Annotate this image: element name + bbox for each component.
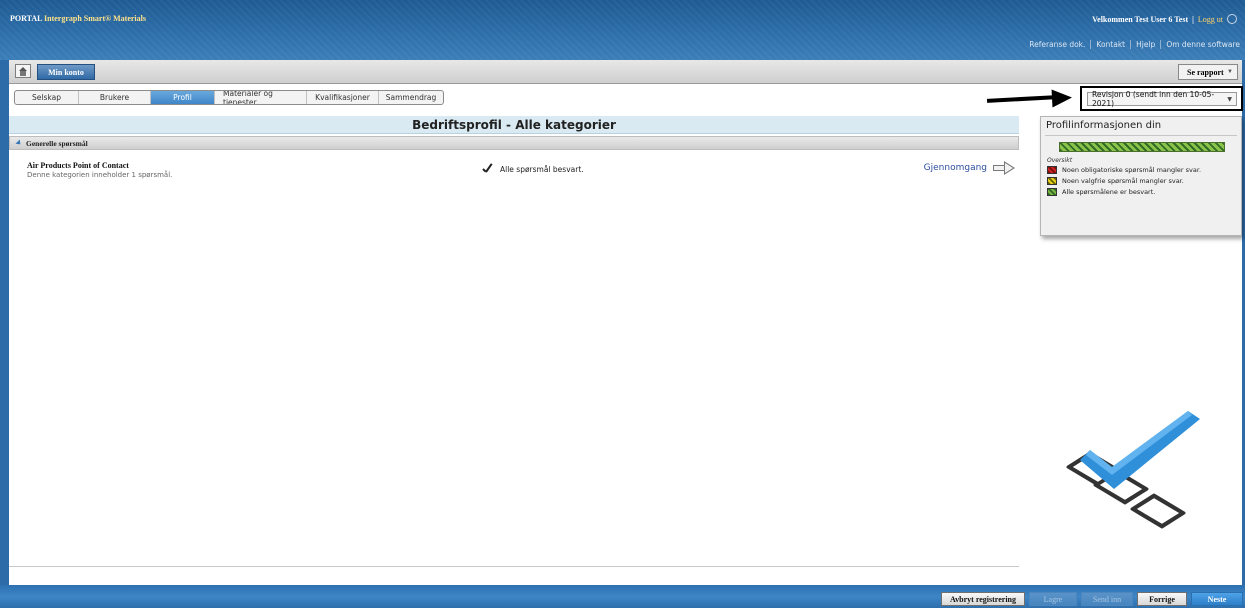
section-header-general[interactable]: Generelle spørsmål [9, 136, 1019, 150]
panel-title: Profilinformasjonen din [1046, 120, 1162, 131]
brand: PORTAL Intergraph Smart® Materials [10, 14, 146, 23]
category-status: Alle spørsmål besvart. [482, 164, 584, 174]
status-legend: Noen obligatoriske spørsmål mangler svar… [1047, 166, 1201, 196]
review-link[interactable]: Gjennomgang [924, 161, 1015, 175]
step-profile[interactable]: Profil [151, 91, 215, 104]
category-row: Air Products Point of Contact Denne kate… [9, 152, 1019, 192]
overview-label: Oversikt [1047, 157, 1073, 164]
next-button[interactable]: Neste [1191, 592, 1243, 606]
save-button[interactable]: Lagre [1029, 592, 1077, 606]
cancel-registration-button[interactable]: Avbryt registrering [941, 592, 1025, 606]
legend-text: Noen valgfrie spørsmål mangler svar. [1062, 177, 1184, 185]
previous-button[interactable]: Forrige [1137, 592, 1187, 606]
legend-text: Noen obligatoriske spørsmål mangler svar… [1062, 166, 1202, 174]
link-contact[interactable]: Kontakt [1090, 40, 1130, 49]
revision-select[interactable]: Revisjon 0 (sendt inn den 10-05-2021) ▼ [1087, 90, 1237, 108]
tab-my-account[interactable]: Min konto [37, 64, 95, 80]
logout-link[interactable]: Logg ut [1198, 15, 1223, 24]
welcome-text: Velkommen Test User 6 Test [1092, 14, 1189, 24]
green-status-icon [1047, 188, 1057, 196]
content-divider [9, 566, 1019, 567]
panel-divider [1045, 135, 1237, 136]
category-subtitle: Denne kategorien inneholder 1 spørsmål. [27, 171, 173, 179]
toolbar: Min konto Se rapport ▼ [9, 60, 1242, 84]
review-label[interactable]: Gjennomgang [924, 163, 987, 173]
section-label: Generelle spørsmål [26, 138, 88, 148]
checkmark-icon [482, 164, 494, 174]
top-links: Referanse dok. Kontakt Hjelp Om denne so… [1024, 40, 1245, 49]
home-icon[interactable] [15, 64, 31, 78]
welcome-area: Velkommen Test User 6 Test | Logg ut [1092, 14, 1237, 24]
page-title: Bedriftsprofil - Alle kategorier [9, 116, 1019, 134]
settings-icon[interactable] [1227, 14, 1237, 24]
category-title: Air Products Point of Contact [27, 161, 129, 170]
chevron-down-icon: ▼ [1227, 69, 1233, 75]
step-materials-services[interactable]: Materialer og tjenester [215, 91, 307, 104]
yellow-status-icon [1047, 177, 1057, 185]
step-summary[interactable]: Sammendrag [379, 91, 443, 104]
step-users[interactable]: Brukere [79, 91, 151, 104]
legend-item-optional-missing: Noen valgfrie spørsmål mangler svar. [1047, 177, 1201, 185]
legend-item-required-missing: Noen obligatoriske spørsmål mangler svar… [1047, 166, 1201, 174]
legend-text: Alle spørsmålene er besvart. [1062, 188, 1156, 196]
submit-button[interactable]: Send inn [1081, 592, 1133, 606]
legend-item-all-answered: Alle spørsmålene er besvart. [1047, 188, 1201, 196]
revision-highlight-box: Revisjon 0 (sendt inn den 10-05-2021) ▼ [1080, 86, 1243, 111]
link-reference-docs[interactable]: Referanse dok. [1024, 40, 1090, 49]
revision-label: Revisjon 0 (sendt inn den 10-05-2021) [1092, 90, 1215, 108]
step-company[interactable]: Selskap [15, 91, 79, 104]
link-about-software[interactable]: Om denne software [1160, 40, 1245, 49]
chevron-down-icon: ▼ [1227, 95, 1232, 103]
app-window: PORTAL Intergraph Smart® Materials Velko… [0, 0, 1245, 608]
collapse-triangle-icon[interactable] [15, 139, 23, 147]
brand-product: Intergraph Smart® Materials [44, 14, 146, 23]
arrow-right-icon[interactable] [993, 161, 1015, 175]
link-help[interactable]: Hjelp [1130, 40, 1160, 49]
step-qualifications[interactable]: Kvalifikasjoner [307, 91, 379, 104]
view-report-label: Se rapport [1187, 67, 1224, 77]
brand-prefix: PORTAL [10, 14, 43, 23]
annotation-arrow-head [1051, 88, 1073, 108]
profile-info-panel: Profilinformasjonen din Oversikt Noen ob… [1040, 116, 1242, 236]
status-text: Alle spørsmål besvart. [500, 164, 584, 174]
view-report-button[interactable]: Se rapport ▼ [1178, 64, 1238, 80]
left-frame [0, 60, 9, 608]
wizard-steps: Selskap Brukere Profil Materialer og tje… [14, 90, 444, 105]
profile-progress-bar [1059, 142, 1225, 152]
welcome-separator: | [1192, 14, 1194, 24]
red-status-icon [1047, 166, 1057, 174]
top-header: PORTAL Intergraph Smart® Materials Velko… [0, 0, 1245, 60]
checklist-illustration-icon [1066, 411, 1200, 529]
annotation-arrow-shaft [986, 95, 1058, 103]
